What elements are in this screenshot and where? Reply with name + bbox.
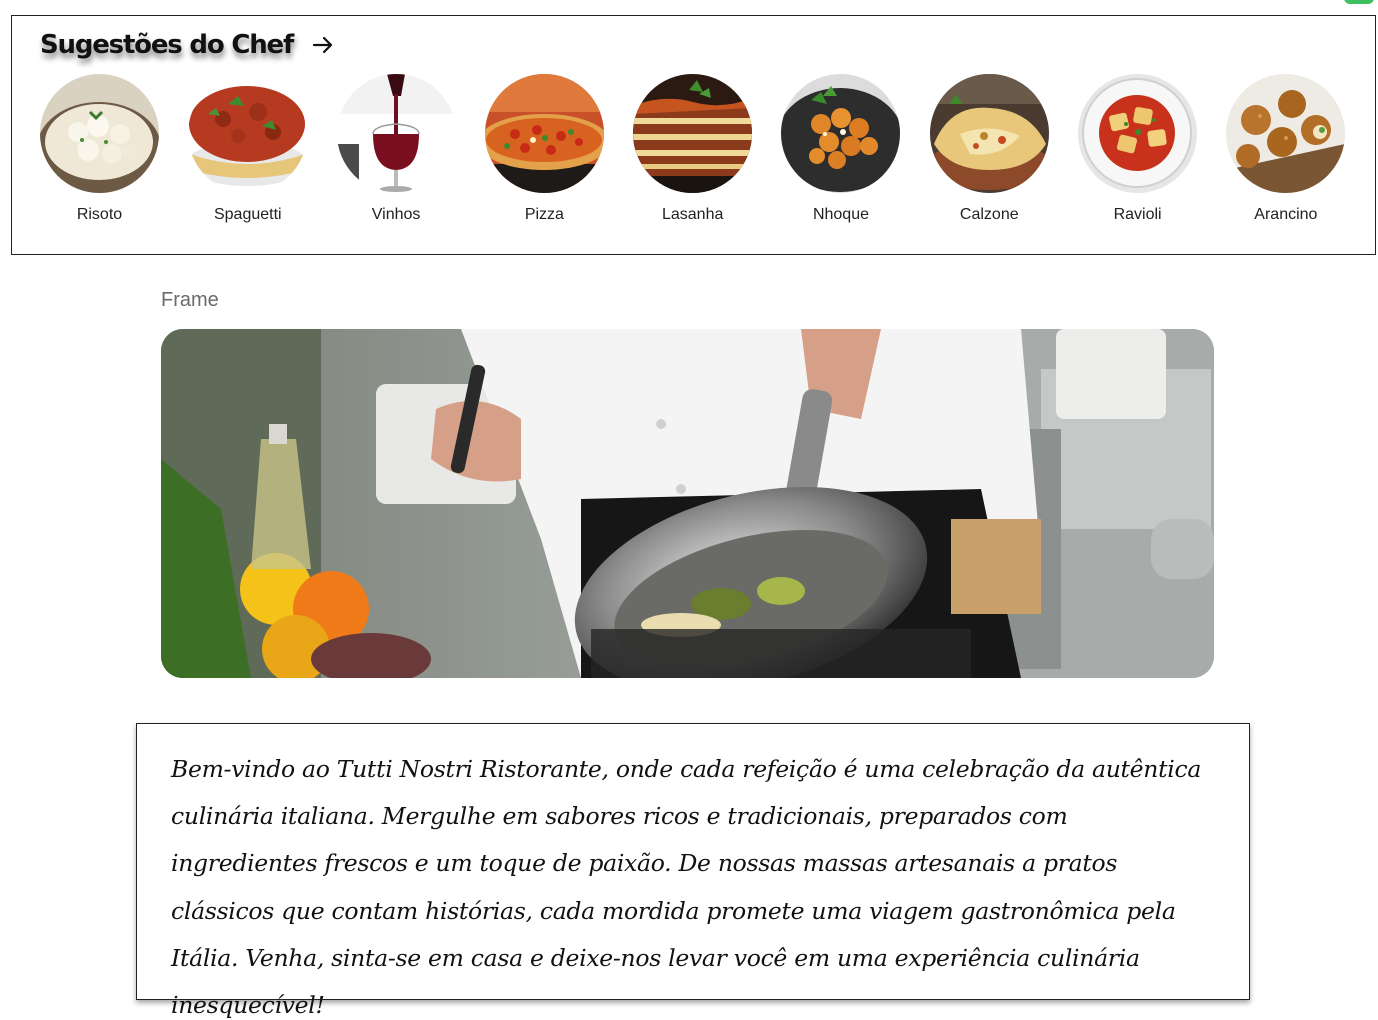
- calzone-photo[interactable]: [929, 74, 1049, 193]
- dish-item-risoto[interactable]: Risoto: [40, 74, 188, 224]
- chef-suggestions-panel: Sugestões do Chef Risoto Spaguetti Vinho…: [11, 15, 1376, 255]
- dish-label-lasanha: Lasanha: [661, 206, 724, 223]
- dish-label-spaguetti: Spaguetti: [213, 206, 282, 223]
- chef-cooking-photo: [161, 329, 1214, 678]
- status-badge: [1344, 0, 1374, 4]
- ravioli-photo[interactable]: [1078, 74, 1198, 193]
- dish-item-ravioli[interactable]: Ravioli: [1078, 74, 1226, 224]
- dish-label-calzone: Calzone: [959, 206, 1019, 223]
- pizza-photo[interactable]: [484, 74, 604, 193]
- chef-suggestions-header: Sugestões do Chef: [40, 30, 335, 60]
- chef-suggestions-title: Sugestões do Chef: [40, 30, 294, 60]
- dish-item-vinhos[interactable]: Vinhos: [336, 74, 485, 224]
- spaghetti-photo[interactable]: [188, 74, 308, 193]
- arancino-photo[interactable]: [1226, 74, 1346, 193]
- gnocchi-photo[interactable]: [781, 74, 901, 193]
- dish-item-lasanha[interactable]: Lasanha: [633, 74, 781, 224]
- welcome-box: Bem-vindo ao Tutti Nostri Ristorante, on…: [136, 723, 1250, 1019]
- dish-label-ravioli: Ravioli: [1113, 206, 1162, 223]
- dish-label-risoto: Risoto: [76, 206, 123, 223]
- dish-item-nhoque[interactable]: Nhoque: [781, 74, 929, 224]
- dish-item-calzone[interactable]: Calzone: [929, 74, 1078, 224]
- wine-photo[interactable]: [336, 74, 456, 193]
- dish-label-vinhos: Vinhos: [371, 206, 421, 223]
- dish-label-arancino: Arancino: [1254, 206, 1318, 223]
- dish-label-pizza: Pizza: [524, 206, 564, 223]
- welcome-text: Bem-vindo ao Tutti Nostri Ristorante, on…: [171, 755, 1202, 1020]
- arrow-right-icon[interactable]: [311, 33, 335, 57]
- dish-label-nhoque: Nhoque: [812, 206, 869, 223]
- dish-item-pizza[interactable]: Pizza: [484, 74, 633, 224]
- risotto-photo[interactable]: [40, 74, 159, 193]
- frame-label: Frame: [161, 289, 219, 311]
- lasagna-photo[interactable]: [633, 74, 753, 193]
- dish-item-arancino[interactable]: Arancino: [1226, 74, 1374, 224]
- dish-list: Risoto Spaguetti Vinhos Pizza Lasanha Nh…: [40, 74, 1375, 224]
- dish-item-spaguetti[interactable]: Spaguetti: [188, 74, 336, 224]
